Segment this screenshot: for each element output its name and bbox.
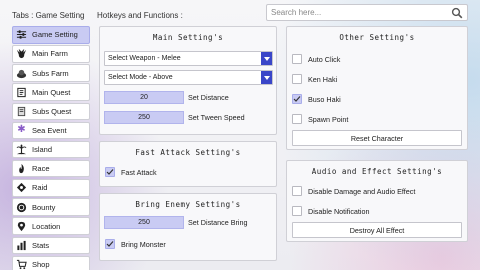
bring-monster-checkbox[interactable] (105, 239, 115, 249)
sidebar-item-label: Race (32, 164, 50, 174)
mode-select[interactable]: Select Mode - Above (104, 70, 273, 85)
sidebar-item-location[interactable]: Location (12, 217, 90, 235)
disable-damage-checkbox[interactable] (292, 186, 302, 196)
bring-enemy-title: Bring Enemy Setting's (135, 200, 241, 209)
mode-select-value: Select Mode - Above (108, 74, 173, 81)
sidebar-item-island[interactable]: Island (12, 140, 90, 159)
sparkle-icon: ✱ (17, 124, 26, 136)
check-icon (106, 169, 114, 175)
sidebar-item-subs-farm[interactable]: Subs Farm (12, 64, 90, 82)
sidebar-item-label: Stats (32, 240, 50, 250)
other-settings-title: Other Setting's (339, 33, 415, 42)
audio-effect-panel: Audio and Effect Setting's Disable Damag… (286, 160, 468, 242)
sidebar-item-main-farm[interactable]: Main Farm (12, 45, 90, 63)
tween-speed-input[interactable]: 250 (104, 111, 184, 124)
auto-click-label: Auto Click (308, 55, 341, 64)
location-icon (15, 220, 28, 233)
tabs-title: Tabs : Game Setting (12, 11, 85, 20)
distance-input[interactable]: 20 (104, 91, 184, 104)
reset-character-button[interactable]: Reset Character (292, 130, 462, 146)
buso-haki-label: Buso Haki (308, 95, 341, 104)
fast-attack-label: Fast Attack (121, 168, 157, 177)
check-icon (293, 96, 301, 102)
sidebar-item-raid[interactable]: Raid (12, 179, 90, 197)
disable-notification-label: Disable Notification (308, 207, 370, 216)
sidebar-item-label: Main Quest (32, 87, 71, 97)
sidebar-item-main-quest[interactable]: Main Quest (12, 83, 90, 101)
sidebar-item-game-setting[interactable]: Game Setting (12, 26, 90, 44)
ken-haki-checkbox[interactable] (292, 74, 302, 84)
functions-title: Hotkeys and Functions : (97, 11, 183, 20)
sliders-icon (15, 28, 28, 41)
island-icon (15, 143, 28, 156)
stats-icon (15, 239, 28, 252)
sidebar-item-label: Main Farm (32, 49, 68, 59)
subs-farm-icon (15, 67, 28, 80)
main-settings-title: Main Setting's (152, 33, 224, 42)
sidebar-item-stats[interactable]: Stats (12, 236, 90, 255)
destroy-all-effect-button[interactable]: Destroy All Effect (292, 222, 462, 238)
spawn-point-label: Spawn Point (308, 115, 349, 124)
search-icon[interactable] (451, 7, 463, 19)
buso-haki-checkbox[interactable] (292, 94, 302, 104)
sidebar-item-label: Subs Farm (32, 68, 69, 78)
shop-icon (15, 258, 28, 270)
sidebar-item-bounty[interactable]: Bounty (12, 198, 90, 216)
auto-click-checkbox[interactable] (292, 54, 302, 64)
bring-monster-label: Bring Monster (121, 240, 166, 249)
bring-enemy-panel: Bring Enemy Setting's 250 Set Distance B… (99, 193, 277, 261)
search-bar[interactable] (266, 4, 468, 21)
raid-icon (15, 181, 28, 194)
fast-attack-panel: Fast Attack Setting's Fast Attack (99, 141, 277, 187)
sidebar: Game Setting Main Farm Subs Farm Main Qu… (12, 26, 90, 270)
scroll-icon (15, 86, 28, 99)
search-input[interactable] (271, 8, 451, 17)
fast-attack-checkbox[interactable] (105, 167, 115, 177)
sidebar-item-label: Island (32, 145, 53, 155)
disable-notification-checkbox[interactable] (292, 206, 302, 216)
distance-label: Set Distance (188, 93, 229, 102)
bring-distance-label: Set Distance Bring (188, 218, 248, 227)
audio-effect-title: Audio and Effect Setting's (311, 167, 443, 176)
weapon-select[interactable]: Select Weapon - Melee (104, 51, 273, 66)
weapon-select-value: Select Weapon - Melee (108, 55, 181, 62)
sidebar-item-race[interactable]: Race (12, 159, 90, 178)
ken-haki-label: Ken Haki (308, 75, 338, 84)
sidebar-item-sea-event[interactable]: ✱ Sea Event (12, 121, 90, 140)
check-icon (106, 241, 114, 247)
bring-distance-input[interactable]: 250 (104, 216, 184, 229)
quest-icon (15, 105, 28, 118)
sidebar-item-label: Raid (32, 183, 48, 193)
monster-icon (15, 47, 28, 60)
chevron-down-icon[interactable] (261, 71, 272, 84)
main-settings-panel: Main Setting's Select Weapon - Melee Sel… (99, 26, 277, 135)
sidebar-item-label: Bounty (32, 202, 56, 212)
sidebar-item-label: Shop (32, 259, 50, 269)
sidebar-item-label: Sea Event (32, 125, 67, 135)
coin-icon (15, 201, 28, 214)
other-settings-panel: Other Setting's Auto Click Ken Haki Buso… (286, 26, 468, 150)
spawn-point-checkbox[interactable] (292, 114, 302, 124)
sidebar-item-shop[interactable]: Shop (12, 255, 90, 270)
fast-attack-title: Fast Attack Setting's (135, 148, 241, 157)
sidebar-item-subs-quest[interactable]: Subs Quest (12, 102, 90, 121)
disable-damage-label: Disable Damage and Audio Effect (308, 187, 416, 196)
flame-icon (15, 162, 28, 175)
sidebar-item-label: Location (32, 221, 61, 231)
sidebar-item-label: Game Setting (32, 30, 78, 40)
chevron-down-icon[interactable] (261, 52, 272, 65)
tween-speed-label: Set Tween Speed (188, 113, 245, 122)
sidebar-item-label: Subs Quest (32, 106, 72, 116)
